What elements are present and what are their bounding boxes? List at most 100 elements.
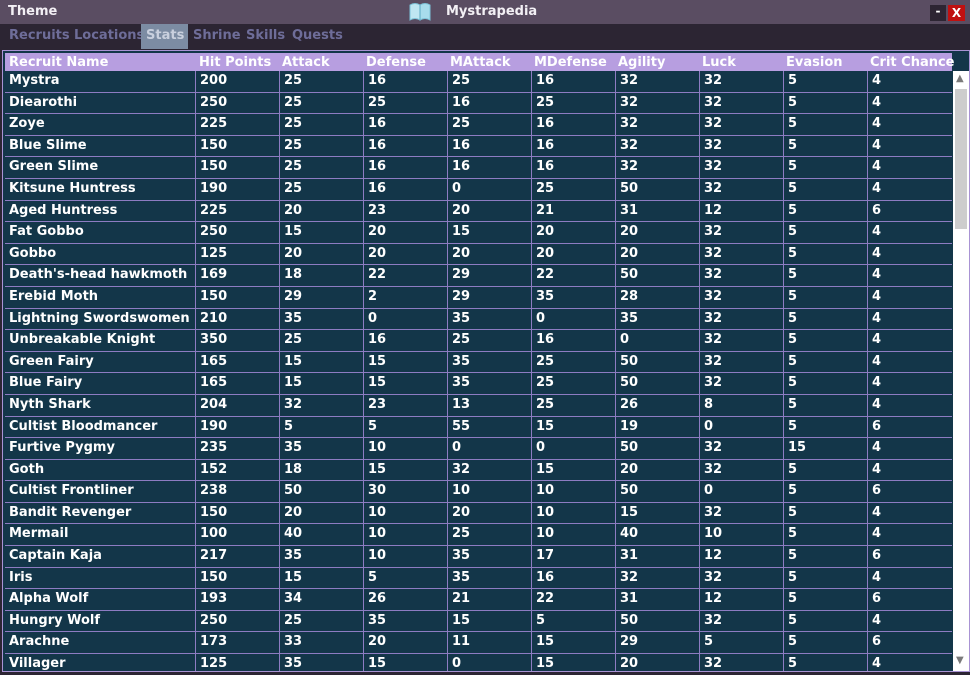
close-button[interactable]: X <box>948 5 965 21</box>
table-row[interactable]: Lightning Swordswomen 210 35 0 35 0 35 32 5 4 <box>5 308 952 331</box>
table-row[interactable]: Cultist Frontliner 238 50 30 10 10 50 0 5 6 <box>5 481 952 503</box>
tab-locations[interactable]: Locations <box>69 24 149 49</box>
stat-cell: 5 <box>783 330 867 352</box>
tab-stats[interactable]: Stats <box>141 24 188 49</box>
stat-cell: 32 <box>699 265 783 287</box>
stat-cell: 10 <box>363 438 447 460</box>
stat-cell: 4 <box>867 135 952 158</box>
stat-cell: 29 <box>615 632 699 655</box>
table-row[interactable]: Arachne 173 33 20 11 15 29 5 5 6 <box>5 632 952 655</box>
scrollbar-thumb[interactable] <box>955 89 967 229</box>
stat-cell: 15 <box>447 610 531 633</box>
stat-cell: 125 <box>195 243 279 266</box>
table-row[interactable]: Captain Kaja 217 35 10 35 17 31 12 5 6 <box>5 546 952 568</box>
stat-cell: 17 <box>531 546 615 568</box>
table-row[interactable]: Erebid Moth 150 29 2 29 35 28 32 5 4 <box>5 286 952 309</box>
chevron-up-icon[interactable]: ▲ <box>956 73 964 84</box>
recruit-name-cell: Nyth Shark <box>9 396 91 412</box>
column-header[interactable]: Luck <box>702 55 736 70</box>
stat-cell: 26 <box>615 394 699 417</box>
stat-cell: 32 <box>699 286 783 309</box>
stat-cell: 190 <box>195 178 279 201</box>
stat-cell: 0 <box>447 178 531 201</box>
stat-cell: 5 <box>783 157 867 179</box>
column-header[interactable]: Hit Points <box>199 55 271 70</box>
stat-cell: 217 <box>195 546 279 568</box>
stat-cell: 25 <box>279 610 363 633</box>
theme-menu[interactable]: Theme <box>8 4 57 19</box>
stat-cell: 18 <box>279 265 363 287</box>
table-row[interactable]: Green Fairy 165 15 15 35 25 50 32 5 4 <box>5 351 952 374</box>
column-header[interactable]: Agility <box>618 55 665 70</box>
recruit-name-cell: Aged Huntress <box>9 202 118 218</box>
stat-cell: 5 <box>783 394 867 417</box>
stat-cell: 31 <box>615 589 699 611</box>
chevron-down-icon[interactable]: ▼ <box>956 655 964 666</box>
stat-cell: 20 <box>447 502 531 525</box>
table-row[interactable]: Nyth Shark 204 32 23 13 25 26 8 5 4 <box>5 394 952 417</box>
stat-cell: 4 <box>867 654 952 671</box>
stat-cell: 4 <box>867 524 952 547</box>
column-header[interactable]: Crit Chance <box>870 55 955 70</box>
table-row[interactable]: Hungry Wolf 250 25 35 15 5 50 32 5 4 <box>5 610 952 633</box>
stat-cell: 26 <box>363 589 447 611</box>
column-header[interactable]: MDefense <box>534 55 607 70</box>
table-row[interactable]: Aged Huntress 225 20 23 20 21 31 12 5 6 <box>5 200 952 223</box>
stat-cell: 34 <box>279 589 363 611</box>
stat-cell: 15 <box>363 654 447 671</box>
stat-cell: 25 <box>447 524 531 547</box>
stat-cell: 350 <box>195 330 279 352</box>
vertical-scrollbar[interactable]: ▲ ▼ <box>953 71 969 671</box>
stat-cell: 23 <box>363 394 447 417</box>
table-row[interactable]: Mystra 200 25 16 25 16 32 32 5 4 <box>5 71 952 93</box>
table-row[interactable]: Death's-head hawkmoth 169 18 22 29 22 50 32 5 4 <box>5 265 952 287</box>
table-row[interactable]: Alpha Wolf 193 34 26 21 22 31 12 5 6 <box>5 589 952 611</box>
stat-cell: 10 <box>363 524 447 547</box>
table-row[interactable]: Gobbo 125 20 20 20 20 20 32 5 4 <box>5 243 952 266</box>
stat-cell: 6 <box>867 632 952 655</box>
stat-cell: 15 <box>531 654 615 671</box>
column-header[interactable]: Evasion <box>786 55 843 70</box>
table-row[interactable]: Green Slime 150 25 16 16 16 32 32 5 4 <box>5 157 952 179</box>
book-icon <box>409 2 431 21</box>
column-header[interactable]: Attack <box>282 55 330 70</box>
stat-cell: 4 <box>867 459 952 482</box>
stat-cell: 32 <box>699 567 783 590</box>
table-row[interactable]: Furtive Pygmy 235 35 10 0 0 50 32 15 4 <box>5 438 952 460</box>
stat-cell: 25 <box>447 330 531 352</box>
table-row[interactable]: Bandit Revenger 150 20 10 20 10 15 32 5 4 <box>5 502 952 525</box>
tab-shrine[interactable]: Shrine <box>188 24 246 49</box>
column-header[interactable]: Recruit Name <box>9 55 108 70</box>
recruit-name-cell: Lightning Swordswomen <box>9 310 190 326</box>
stat-cell: 12 <box>699 589 783 611</box>
table-row[interactable]: Fat Gobbo 250 15 20 15 20 20 32 5 4 <box>5 222 952 244</box>
stat-cell: 16 <box>531 330 615 352</box>
column-header[interactable]: Defense <box>366 55 426 70</box>
stat-cell: 50 <box>615 351 699 374</box>
stat-cell: 5 <box>783 308 867 331</box>
table-row[interactable]: Unbreakable Knight 350 25 16 25 16 0 32 5 4 <box>5 330 952 352</box>
table-row[interactable]: Cultist Bloodmancer 190 5 5 55 15 19 0 5 6 <box>5 416 952 439</box>
minimize-button[interactable]: - <box>930 5 946 21</box>
table-body: Mystra 200 25 16 25 16 32 32 5 4 Diearothi 250 25 25 1… <box>5 71 952 671</box>
table-row[interactable]: Iris 150 15 5 35 16 32 32 5 4 <box>5 567 952 590</box>
stat-cell: 25 <box>279 135 363 158</box>
table-row[interactable]: Diearothi 250 25 25 16 25 32 32 5 4 <box>5 92 952 115</box>
table-row[interactable]: Goth 152 18 15 32 15 20 32 5 4 <box>5 459 952 482</box>
column-header[interactable]: MAttack <box>450 55 511 70</box>
table-row[interactable]: Blue Slime 150 25 16 16 16 32 32 5 4 <box>5 135 952 158</box>
tab-bar: Recruits Locations Stats Shrine Skills Q… <box>0 24 970 50</box>
table-row[interactable]: Zoye 225 25 16 25 16 32 32 5 4 <box>5 114 952 136</box>
stat-cell: 4 <box>867 351 952 374</box>
stat-cell: 15 <box>531 416 615 439</box>
table-row[interactable]: Blue Fairy 165 15 15 35 25 50 32 5 4 <box>5 373 952 395</box>
stat-cell: 152 <box>195 459 279 482</box>
stat-cell: 238 <box>195 481 279 503</box>
tab-quests[interactable]: Quests <box>287 24 348 49</box>
table-row[interactable]: Villager 125 35 15 0 15 20 32 5 4 <box>5 654 952 671</box>
table-row[interactable]: Kitsune Huntress 190 25 16 0 25 50 32 5 4 <box>5 178 952 201</box>
table-row[interactable]: Mermail 100 40 10 25 10 40 10 5 4 <box>5 524 952 547</box>
tab-skills[interactable]: Skills <box>241 24 290 49</box>
tab-recruits[interactable]: Recruits <box>4 24 75 49</box>
stat-cell: 204 <box>195 394 279 417</box>
